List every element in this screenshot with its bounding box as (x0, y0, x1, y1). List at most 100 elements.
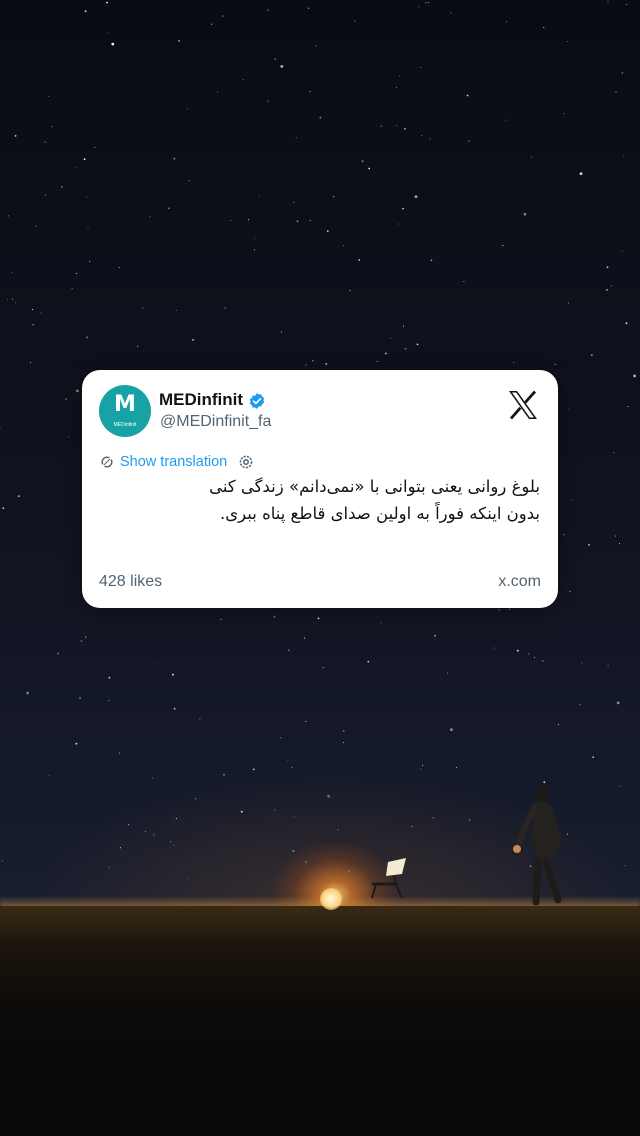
x-logo-icon[interactable] (507, 389, 539, 421)
star (32, 324, 34, 326)
star (528, 653, 530, 655)
star (621, 250, 623, 252)
star (430, 259, 433, 262)
star (57, 652, 60, 655)
star (274, 809, 276, 811)
star (76, 272, 78, 274)
user-handle[interactable]: @MEDinfinit_fa (160, 413, 271, 431)
star (308, 7, 310, 9)
star (32, 309, 34, 311)
star (616, 701, 620, 705)
dark-field (0, 906, 640, 1136)
star (404, 347, 407, 350)
star (48, 95, 50, 97)
star (119, 847, 122, 849)
star (579, 704, 581, 706)
star (427, 2, 429, 4)
lit-chair-silhouette (371, 858, 406, 899)
star (118, 752, 120, 754)
star (380, 622, 382, 624)
star (416, 343, 419, 346)
profile-avatar[interactable]: M MEDinfinit (99, 385, 151, 437)
star (432, 817, 434, 819)
star (172, 673, 174, 676)
star (337, 829, 339, 831)
star (607, 1, 609, 3)
star (152, 777, 154, 779)
star (137, 345, 139, 347)
star (280, 737, 282, 739)
display-name[interactable]: MEDinfinit (159, 390, 243, 410)
star (613, 452, 615, 454)
star (176, 309, 178, 311)
star (267, 100, 269, 102)
star (513, 362, 515, 364)
star (614, 535, 617, 537)
star (187, 878, 190, 880)
star (322, 666, 324, 669)
star (157, 663, 159, 665)
star (563, 113, 565, 115)
tweet-card[interactable]: M MEDinfinit MEDinfinit @MEDinfinit_fa S… (82, 370, 558, 608)
star (567, 302, 570, 304)
star (315, 45, 317, 47)
star (303, 637, 305, 639)
star (153, 834, 155, 836)
star (615, 91, 617, 93)
star (108, 866, 110, 868)
star (623, 155, 625, 157)
star (398, 75, 400, 77)
star (342, 741, 345, 743)
star (240, 810, 243, 813)
star (554, 363, 556, 366)
star (508, 608, 510, 610)
star (175, 818, 177, 820)
star (557, 724, 559, 726)
star (579, 172, 583, 176)
star (354, 20, 356, 22)
star (291, 767, 293, 769)
star (68, 436, 70, 438)
star (333, 196, 335, 198)
star (223, 773, 225, 776)
star (618, 542, 621, 545)
avatar-logo-subtext: MEDinfinit (113, 422, 137, 428)
star (523, 212, 527, 216)
star (309, 91, 311, 93)
star (542, 660, 544, 662)
star (502, 245, 504, 247)
star (94, 146, 96, 148)
star (543, 26, 545, 28)
likes-count[interactable]: 428 likes (99, 573, 162, 591)
gear-icon[interactable] (238, 454, 254, 470)
star (242, 79, 244, 81)
translate-refresh-icon (101, 456, 113, 468)
star (358, 259, 361, 261)
star (624, 865, 626, 867)
star (325, 363, 328, 365)
star (606, 266, 609, 269)
show-translation-link[interactable]: Show translation (120, 454, 227, 470)
star (168, 207, 170, 210)
translation-row[interactable]: Show translation (100, 452, 254, 472)
star (86, 196, 88, 198)
star (455, 766, 458, 768)
star (534, 656, 536, 659)
star (376, 360, 378, 363)
star (267, 9, 269, 11)
star (108, 699, 110, 702)
star (170, 841, 172, 843)
star (361, 160, 364, 163)
star (312, 360, 314, 362)
star (173, 844, 175, 846)
star (8, 215, 10, 217)
verified-badge-icon (249, 393, 265, 409)
star (404, 127, 406, 130)
star (588, 544, 590, 546)
star (14, 135, 17, 137)
star (569, 590, 571, 592)
star (178, 40, 180, 42)
star (253, 249, 256, 251)
star (11, 298, 14, 300)
star (610, 285, 612, 287)
